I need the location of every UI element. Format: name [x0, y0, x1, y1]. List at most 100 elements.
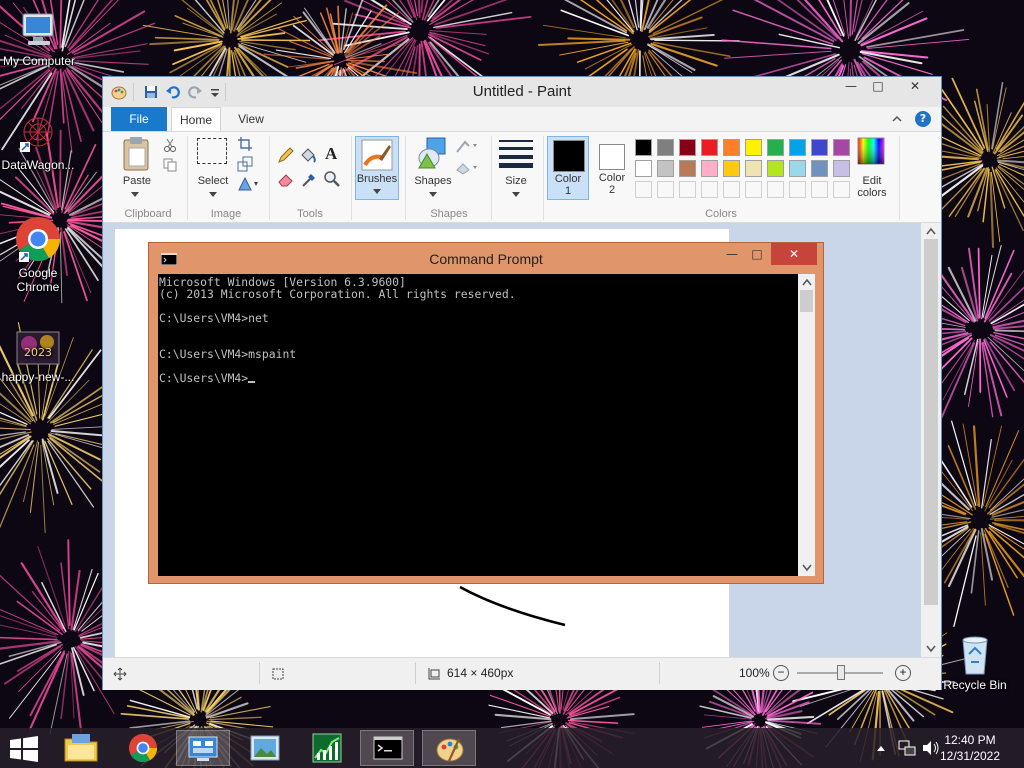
console-line: (c) 2013 Microsoft Corporation. All righ…	[159, 287, 516, 301]
taskbar-command-prompt[interactable]	[360, 730, 414, 766]
copy-icon[interactable]	[163, 158, 177, 172]
show-hidden-icons-icon[interactable]	[876, 744, 886, 752]
color1-button[interactable]: Color 1	[547, 136, 589, 200]
color-swatch[interactable]	[789, 139, 806, 156]
taskbar-chrome[interactable]	[116, 730, 170, 766]
scroll-thumb[interactable]	[800, 290, 813, 312]
scroll-up-icon[interactable]	[926, 227, 936, 235]
cmd-close-button[interactable]: ✕	[771, 243, 817, 265]
tab-view[interactable]: View	[229, 107, 273, 131]
scroll-up-icon[interactable]	[802, 278, 812, 286]
color2-button[interactable]: Color 2	[593, 136, 633, 200]
paint-titlebar[interactable]: Untitled - Paint — □ ✕	[103, 77, 941, 107]
command-prompt-window[interactable]: Command Prompt — □ ✕ Microsoft Windows […	[148, 242, 824, 584]
cmd-maximize-button[interactable]: □	[745, 245, 769, 265]
color-swatch[interactable]	[701, 160, 718, 177]
color-swatch[interactable]	[657, 160, 674, 177]
network-icon[interactable]	[898, 740, 916, 756]
fill-icon[interactable]	[299, 146, 317, 164]
custom-color-slot[interactable]	[789, 181, 806, 198]
windows-start-icon[interactable]	[10, 736, 38, 762]
color-picker-icon[interactable]	[301, 170, 319, 188]
color-swatch[interactable]	[723, 160, 740, 177]
color-swatch[interactable]	[811, 160, 828, 177]
paint-window-title: Untitled - Paint	[472, 83, 572, 100]
collapse-ribbon-icon[interactable]	[891, 113, 903, 125]
taskbar-clock[interactable]: 12:40 PM 12/31/2022	[930, 732, 1010, 764]
desktop-icon-recycle-bin[interactable]: Recycle Bin	[937, 632, 1013, 692]
taskbar-paint[interactable]	[422, 730, 476, 766]
taskbar-photos[interactable]	[238, 730, 292, 766]
shape-fill-icon[interactable]	[455, 160, 479, 176]
magnifier-icon[interactable]	[323, 170, 341, 188]
pencil-icon[interactable]	[277, 146, 295, 164]
canvas-vertical-scrollbar[interactable]	[921, 223, 941, 657]
color-swatch[interactable]	[723, 139, 740, 156]
scroll-down-icon[interactable]	[926, 645, 936, 653]
select-button[interactable]: Select	[191, 175, 235, 187]
edit-colors-button[interactable]: Edit	[849, 175, 895, 187]
custom-color-slot[interactable]	[657, 181, 674, 198]
color-swatch[interactable]	[745, 139, 762, 156]
color-swatch[interactable]	[635, 160, 652, 177]
paint-maximize-button[interactable]: □	[865, 77, 891, 97]
color-swatch[interactable]	[701, 139, 718, 156]
crop-icon[interactable]	[237, 136, 253, 152]
custom-color-slot[interactable]	[723, 181, 740, 198]
custom-color-slot[interactable]	[679, 181, 696, 198]
tab-home[interactable]: Home	[171, 107, 221, 131]
color-swatch[interactable]	[679, 160, 696, 177]
chevron-down-icon[interactable]	[209, 192, 217, 198]
color-swatch[interactable]	[635, 139, 652, 156]
zoom-out-button[interactable]: −	[773, 665, 789, 681]
custom-color-slot[interactable]	[767, 181, 784, 198]
desktop-icon-happy-new[interactable]: 2023 happy-new-...	[0, 330, 76, 384]
cmd-minimize-button[interactable]: —	[719, 245, 745, 265]
cut-icon[interactable]	[163, 138, 177, 152]
scroll-down-icon[interactable]	[802, 564, 812, 572]
zoom-slider-thumb[interactable]	[837, 665, 845, 680]
desktop-icon-my-computer[interactable]: My Computer	[1, 8, 77, 68]
rotate-icon[interactable]	[237, 176, 259, 192]
cmd-console[interactable]: Microsoft Windows [Version 6.3.9600] (c)…	[158, 274, 798, 576]
chevron-down-icon[interactable]	[429, 192, 437, 198]
taskbar-server-manager[interactable]	[176, 730, 230, 766]
desktop-icon-google-chrome[interactable]: Google Chrome	[0, 214, 76, 294]
paint-minimize-button[interactable]: —	[837, 77, 865, 97]
paint-close-button[interactable]: ✕	[893, 77, 937, 97]
paste-button[interactable]: Paste	[113, 175, 161, 187]
scroll-thumb[interactable]	[924, 239, 938, 605]
chevron-down-icon[interactable]	[131, 192, 139, 198]
color-swatch[interactable]	[767, 139, 784, 156]
zoom-in-button[interactable]: +	[895, 665, 911, 681]
color-swatch[interactable]	[767, 160, 784, 177]
eraser-icon[interactable]	[277, 170, 295, 188]
color-swatch[interactable]	[679, 139, 696, 156]
tab-file[interactable]: File	[111, 107, 167, 131]
color-swatch[interactable]	[789, 160, 806, 177]
desktop-icon-datawagon[interactable]: DataWagon...	[0, 112, 76, 172]
cmd-vertical-scrollbar[interactable]	[798, 274, 815, 576]
outline-icon[interactable]	[455, 138, 479, 154]
desktop-icon-label: Google Chrome	[16, 266, 60, 294]
color-swatch[interactable]	[833, 139, 850, 156]
shapes-button[interactable]: Shapes	[409, 175, 457, 187]
color-swatch[interactable]	[811, 139, 828, 156]
taskbar-task-manager[interactable]	[300, 730, 354, 766]
size-button[interactable]: Size	[493, 175, 539, 187]
color-swatch[interactable]	[745, 160, 762, 177]
custom-color-slot[interactable]	[833, 181, 850, 198]
resize-icon[interactable]	[237, 156, 253, 172]
color-swatch[interactable]	[657, 139, 674, 156]
color-swatch[interactable]	[833, 160, 850, 177]
custom-color-slot[interactable]	[701, 181, 718, 198]
chevron-down-icon[interactable]	[512, 192, 520, 198]
paste-icon	[123, 137, 149, 171]
taskbar-file-explorer[interactable]	[54, 730, 108, 766]
brushes-button[interactable]: Brushes	[355, 136, 399, 200]
custom-color-slot[interactable]	[635, 181, 652, 198]
custom-color-slot[interactable]	[811, 181, 828, 198]
custom-color-slot[interactable]	[745, 181, 762, 198]
help-icon[interactable]: ?	[915, 111, 931, 127]
text-tool-icon[interactable]: A	[325, 144, 337, 164]
